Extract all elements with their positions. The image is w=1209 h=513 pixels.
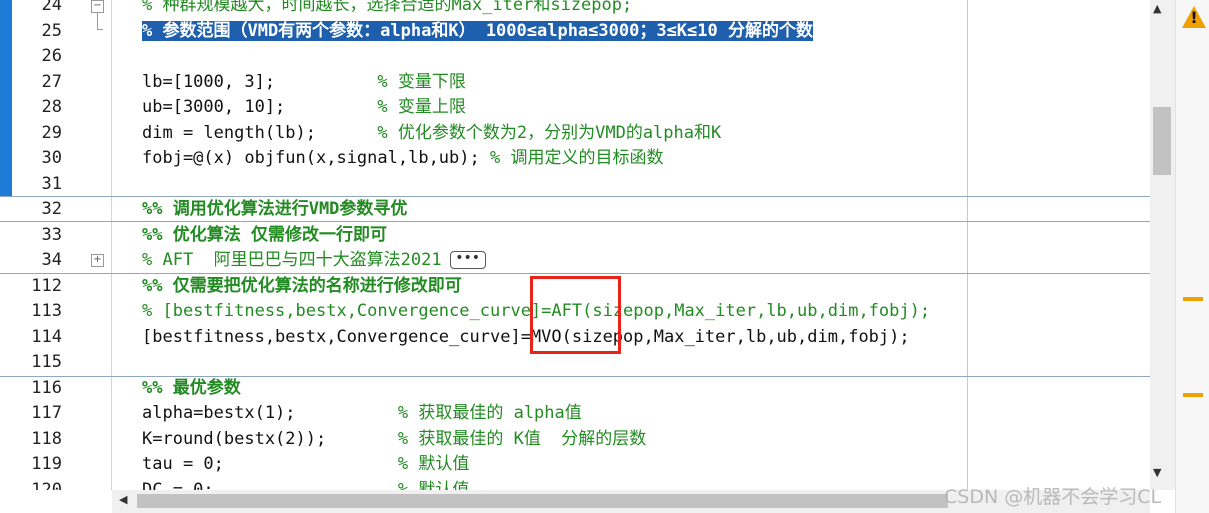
line-number: 26: [41, 46, 62, 66]
code-statement: ub=[3000, 10];: [142, 97, 378, 117]
code-comment: % 变量下限: [377, 71, 466, 92]
code-text: %% 调用优化算法进行VMD参数寻优: [142, 197, 407, 223]
code-line[interactable]: 29 dim = length(lb); % 优化参数个数为2，分别为VMD的al…: [0, 121, 1150, 147]
code-line[interactable]: 117 alpha=bestx(1); % 获取最佳的 alpha值: [0, 401, 1150, 427]
line-number: 119: [31, 454, 62, 474]
watermark: CSDN @机器不会学习CL: [944, 486, 1162, 508]
fold-collapse-icon[interactable]: −: [91, 0, 104, 13]
fold-guide-line: [97, 13, 98, 30]
code-statement: alpha=bestx(1);: [142, 403, 398, 423]
line-number: 33: [41, 224, 62, 245]
code-text: alpha=bestx(1); % 获取最佳的 alpha值: [142, 401, 582, 427]
code-text: %% 优化算法 仅需修改一行即可: [142, 223, 387, 249]
code-line[interactable]: 32 %% 调用优化算法进行VMD参数寻优: [0, 197, 1150, 223]
line-number: 118: [31, 428, 62, 449]
highlight-box: [530, 276, 621, 354]
code-statement: DC = 0;: [142, 479, 398, 491]
line-number: 32: [41, 199, 62, 219]
code-statement: dim = length(lb);: [142, 122, 378, 143]
cell-separator: [0, 196, 1150, 197]
code-comment: %% 调用优化算法进行VMD参数寻优: [142, 199, 408, 219]
line-number: 25: [41, 20, 62, 41]
code-text: % 种群规模越大，时间越长，选择合适的Max_iter和sizepop;: [142, 0, 632, 19]
code-line[interactable]: 119 tau = 0; % 默认值: [0, 452, 1150, 478]
code-text: % 参数范围（VMD有两个参数：alpha和K） 1000≤alpha≤3000…: [142, 19, 813, 45]
line-number: 29: [41, 122, 62, 143]
code-comment: % 默认值: [397, 454, 470, 474]
code-comment: % 种群规模越大，时间越长，选择合适的Max_iter和sizepop;: [142, 0, 633, 15]
code-editor[interactable]: 24 % 种群规模越大，时间越长，选择合适的Max_iter和sizepop; 25…: [0, 0, 1150, 490]
code-text: fobj=@(x) objfun(x,signal,lb,ub); % 调用定义…: [142, 146, 663, 172]
code-line[interactable]: 25 % 参数范围（VMD有两个参数：alpha和K） 1000≤alpha≤30…: [0, 19, 1150, 45]
folded-code-ellipsis-button[interactable]: •••: [449, 251, 486, 269]
message-bar: [1175, 0, 1209, 513]
vertical-scrollbar[interactable]: [1150, 0, 1175, 490]
code-statement: K=round(bestx(2));: [142, 428, 398, 449]
code-comment: %% 优化算法 仅需修改一行即可: [142, 224, 387, 245]
code-text: %% 最优参数: [142, 376, 241, 402]
code-text: ub=[3000, 10]; % 变量上限: [142, 95, 466, 121]
code-line[interactable]: 27 lb=[1000, 3]; % 变量下限: [0, 70, 1150, 96]
fold-guide-end: [97, 29, 103, 30]
line-number: 28: [41, 97, 62, 117]
line-number: 115: [31, 352, 62, 372]
code-line[interactable]: 28 ub=[3000, 10]; % 变量上限: [0, 95, 1150, 121]
line-number: 30: [41, 148, 62, 168]
code-text: dim = length(lb); % 优化参数个数为2，分别为VMD的alph…: [142, 121, 721, 147]
code-comment: %% 最优参数: [142, 377, 241, 398]
line-number: 120: [31, 479, 62, 491]
code-text: K=round(bestx(2)); % 获取最佳的 K值 分解的层数: [142, 427, 646, 453]
selected-comment: % 参数范围（VMD有两个参数：alpha和K） 1000≤alpha≤3000…: [142, 20, 813, 41]
warning-marker[interactable]: [1183, 393, 1203, 397]
code-comment: %% 仅需要把优化算法的名称进行修改即可: [142, 275, 462, 296]
horizontal-scroll-thumb[interactable]: [137, 494, 948, 508]
line-number: 31: [41, 173, 62, 194]
cell-separator: [0, 376, 1150, 377]
code-text: [bestfitness,bestx,Convergence_curve]=MV…: [142, 325, 910, 351]
cell-separator: [0, 273, 1150, 274]
code-text: %% 仅需要把优化算法的名称进行修改即可: [142, 274, 462, 300]
code-statement: lb=[1000, 3];: [142, 71, 378, 92]
vertical-scroll-thumb[interactable]: [1153, 107, 1171, 175]
code-text: lb=[1000, 3]; % 变量下限: [142, 70, 466, 96]
warning-exclamation: !: [1190, 8, 1198, 27]
code-line[interactable]: 31: [0, 172, 1150, 198]
code-text: DC = 0; % 默认值: [142, 478, 469, 491]
code-line[interactable]: 30 fobj=@(x) objfun(x,signal,lb,ub); % 调用…: [0, 146, 1150, 172]
code-comment: % 获取最佳的 alpha值: [397, 403, 582, 423]
line-number: 24: [41, 0, 62, 15]
code-statement: tau = 0;: [142, 454, 398, 474]
line-number: 117: [31, 403, 62, 423]
line-number: 34: [41, 250, 62, 270]
code-statement: [bestfitness,bestx,Convergence_curve]=MV…: [142, 326, 910, 347]
line-number: 113: [31, 301, 62, 321]
code-comment: % 变量上限: [377, 97, 466, 117]
code-line[interactable]: 34 % AFT 阿里巴巴与四十大盗算法2021 •••: [0, 248, 1150, 274]
code-statement: fobj=@(x) objfun(x,signal,lb,ub);: [142, 148, 490, 168]
fold-expand-icon[interactable]: +: [91, 254, 104, 267]
code-text: tau = 0; % 默认值: [142, 452, 469, 478]
scroll-down-arrow-icon[interactable]: ▼: [1153, 466, 1161, 479]
code-line[interactable]: 118 K=round(bestx(2)); % 获取最佳的 K值 分解的层数: [0, 427, 1150, 453]
code-comment: % 获取最佳的 K值 分解的层数: [397, 428, 647, 449]
code-comment: % 调用定义的目标函数: [490, 148, 664, 168]
scroll-up-arrow-icon[interactable]: ▲: [1153, 2, 1161, 15]
line-number: 27: [41, 71, 62, 92]
line-number: 116: [31, 377, 62, 398]
line-number: 114: [31, 326, 62, 347]
warning-marker[interactable]: [1183, 297, 1203, 301]
code-line[interactable]: 116 %% 最优参数: [0, 376, 1150, 402]
code-comment: % 默认值: [397, 479, 470, 491]
code-comment: % 优化参数个数为2，分别为VMD的alpha和K: [377, 122, 722, 143]
code-line[interactable]: 26: [0, 44, 1150, 70]
code-comment: % AFT 阿里巴巴与四十大盗算法2021: [142, 250, 442, 270]
scroll-left-arrow-icon[interactable]: ◀: [119, 493, 127, 506]
code-text: % AFT 阿里巴巴与四十大盗算法2021 •••: [142, 248, 486, 274]
code-line[interactable]: 33 %% 优化算法 仅需修改一行即可: [0, 223, 1150, 249]
code-line[interactable]: 24 % 种群规模越大，时间越长，选择合适的Max_iter和sizepop;: [0, 0, 1150, 19]
line-number: 112: [31, 275, 62, 296]
cell-separator: [0, 221, 1150, 222]
